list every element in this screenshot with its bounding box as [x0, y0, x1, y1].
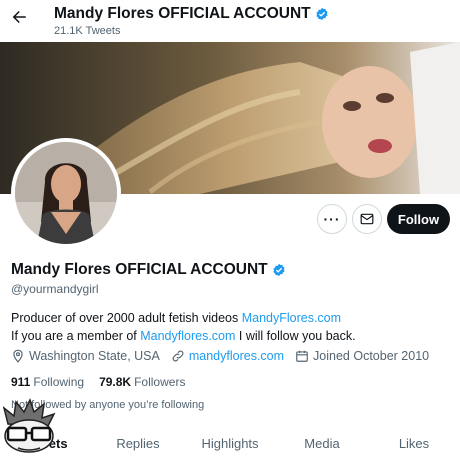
- location-text: Washington State, USA: [29, 349, 160, 363]
- more-horizontal-icon: ···: [323, 211, 341, 227]
- profile-name-text: Mandy Flores OFFICIAL ACCOUNT: [11, 261, 268, 278]
- location: Washington State, USA: [11, 349, 160, 363]
- more-options-button[interactable]: ···: [317, 204, 347, 234]
- followers-label: Followers: [134, 375, 186, 389]
- join-date: Joined October 2010: [295, 349, 429, 363]
- location-pin-icon: [13, 349, 23, 363]
- back-arrow-icon[interactable]: [8, 8, 30, 30]
- profile-bio: Producer of over 2000 adult fetish video…: [11, 309, 356, 345]
- website-link[interactable]: mandyflores.com: [189, 349, 284, 363]
- avatar[interactable]: [11, 138, 121, 248]
- following-label: Following: [33, 375, 85, 389]
- message-button[interactable]: [352, 204, 382, 234]
- bio-link[interactable]: Mandyflores.com: [140, 329, 235, 343]
- follow-counts: 911 Following 79.8K Followers: [11, 375, 200, 389]
- following-link[interactable]: 911 Following: [11, 375, 84, 389]
- calendar-icon: [296, 350, 308, 362]
- followers-count: 79.8K: [99, 375, 132, 389]
- verified-badge-icon: [316, 7, 328, 21]
- bio-line-2: If you are a member of Mandyflores.com I…: [11, 327, 356, 345]
- bio-text: Producer of over 2000 adult fetish video…: [11, 311, 242, 325]
- envelope-icon: [360, 213, 374, 225]
- tweet-count: 21.1K Tweets: [54, 25, 121, 37]
- following-count: 911: [11, 375, 31, 389]
- profile-handle: @yourmandygirl: [11, 282, 99, 296]
- watermark-mascot-icon: [2, 398, 56, 453]
- join-date-text: Joined October 2010: [313, 349, 430, 363]
- avatar-image: [15, 142, 117, 244]
- follow-button[interactable]: Follow: [387, 204, 450, 234]
- bio-text: If you are a member of: [11, 329, 141, 343]
- top-bar: Mandy Flores OFFICIAL ACCOUNT 21.1K Twee…: [0, 0, 460, 42]
- bio-text: I will follow you back.: [235, 329, 356, 343]
- header-title: Mandy Flores OFFICIAL ACCOUNT: [54, 5, 329, 23]
- tab-highlights[interactable]: Highlights: [184, 428, 276, 460]
- followers-link[interactable]: 79.8K Followers: [99, 375, 185, 389]
- website: mandyflores.com: [171, 349, 284, 363]
- verified-badge-icon[interactable]: [272, 263, 286, 277]
- bio-link[interactable]: MandyFlores.com: [242, 311, 341, 325]
- profile-tabs: Tweets Replies Highlights Media Likes: [0, 428, 460, 460]
- profile-name: Mandy Flores OFFICIAL ACCOUNT: [11, 261, 286, 279]
- header-title-text: Mandy Flores OFFICIAL ACCOUNT: [54, 5, 311, 22]
- tab-replies[interactable]: Replies: [92, 428, 184, 460]
- tab-media[interactable]: Media: [276, 428, 368, 460]
- tab-likes[interactable]: Likes: [368, 428, 460, 460]
- bio-line-1: Producer of over 2000 adult fetish video…: [11, 309, 356, 327]
- link-icon: [172, 350, 184, 362]
- profile-meta: Washington State, USA mandyflores.com Jo…: [11, 349, 440, 363]
